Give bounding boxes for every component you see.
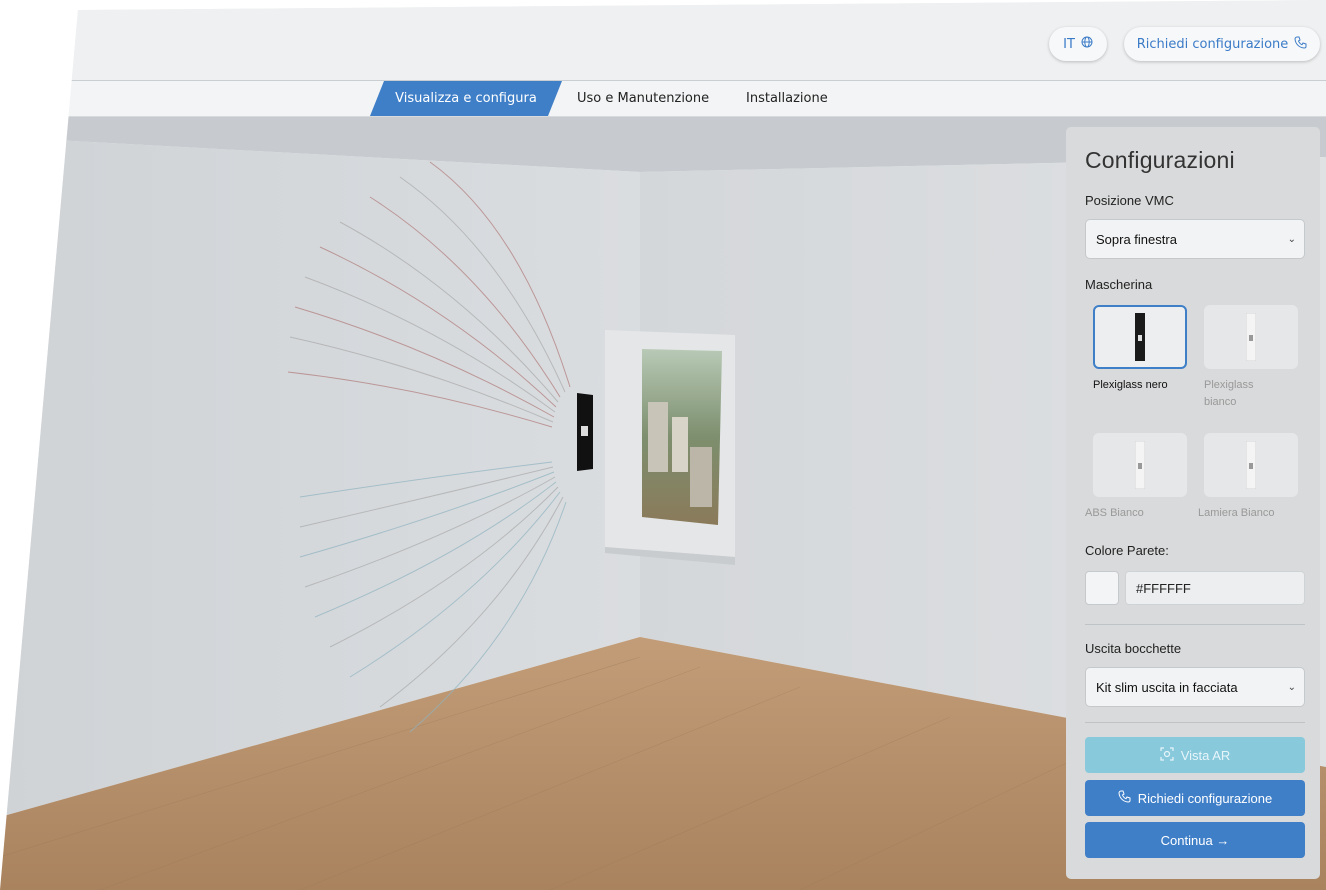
outlet-value: Kit slim uscita in facciata bbox=[1096, 679, 1238, 695]
continue-label: Continua → bbox=[1160, 832, 1230, 848]
outlet-select[interactable]: Kit slim uscita in facciata ⌄ bbox=[1085, 667, 1305, 707]
position-select[interactable]: Sopra finestra ⌄ bbox=[1085, 219, 1305, 259]
mask-thumbnail-icon bbox=[1246, 313, 1256, 361]
mask-option-label: Lamiera Bianco bbox=[1198, 507, 1275, 519]
divider bbox=[1085, 624, 1305, 625]
chevron-down-icon: ⌄ bbox=[1287, 233, 1296, 245]
mask-option-label: Plexiglass nero bbox=[1093, 379, 1168, 391]
config-panel: Configurazioni Posizione VMC Sopra fines… bbox=[1066, 127, 1320, 879]
tab-visualizza[interactable]: Visualizza e configura bbox=[370, 81, 562, 116]
header-request-label: Richiedi configurazione bbox=[1136, 36, 1289, 52]
mask-thumbnail-icon bbox=[1246, 441, 1256, 489]
ar-view-label: Vista AR bbox=[1180, 747, 1231, 763]
language-selector[interactable]: IT bbox=[1049, 27, 1107, 61]
app-page: IT Richiedi configurazione Visualizza e … bbox=[0, 0, 1326, 890]
header-request-button[interactable]: Richiedi configurazione bbox=[1124, 27, 1320, 61]
mask-option-lamiera-bianco[interactable] bbox=[1204, 433, 1298, 497]
tab-bar: Visualizza e configura Uso e Manutenzion… bbox=[0, 81, 1326, 117]
wall-color-label: Colore Parete: bbox=[1085, 543, 1169, 558]
mask-option-label: Plexiglass bianco bbox=[1204, 379, 1254, 408]
mask-option-abs-bianco[interactable] bbox=[1093, 433, 1187, 497]
tab-uso-manutenzione[interactable]: Uso e Manutenzione bbox=[577, 81, 709, 116]
request-config-button[interactable]: Richiedi configurazione bbox=[1085, 780, 1305, 816]
panel-title: Configurazioni bbox=[1085, 147, 1235, 173]
mask-option-plexiglass-nero[interactable] bbox=[1093, 305, 1187, 369]
ar-view-button[interactable]: Vista AR bbox=[1085, 737, 1305, 773]
wall-color-swatch[interactable] bbox=[1085, 571, 1119, 605]
request-config-label: Richiedi configurazione bbox=[1137, 790, 1273, 806]
continue-button[interactable]: Continua → bbox=[1085, 822, 1305, 858]
language-label: IT bbox=[1063, 36, 1075, 52]
mask-label: Mascherina bbox=[1085, 277, 1153, 292]
chevron-down-icon: ⌄ bbox=[1287, 681, 1296, 693]
window bbox=[605, 330, 735, 565]
tab-label: Visualizza e configura bbox=[395, 91, 537, 106]
ar-icon bbox=[1160, 746, 1174, 764]
divider bbox=[1085, 722, 1305, 723]
mask-option-label: ABS Bianco bbox=[1085, 507, 1144, 519]
mask-thumbnail-icon bbox=[1135, 441, 1145, 489]
phone-icon bbox=[1294, 36, 1307, 53]
position-value: Sopra finestra bbox=[1096, 231, 1177, 247]
wall-color-input[interactable]: #FFFFFF bbox=[1125, 571, 1305, 605]
vmc-unit[interactable] bbox=[577, 393, 593, 471]
phone-icon bbox=[1118, 790, 1131, 806]
globe-icon bbox=[1081, 36, 1093, 52]
position-label: Posizione VMC bbox=[1085, 193, 1174, 208]
tab-label: Installazione bbox=[746, 91, 828, 106]
mask-option-plexiglass-bianco[interactable] bbox=[1204, 305, 1298, 369]
outlet-label: Uscita bocchette bbox=[1085, 641, 1182, 656]
wall-color-value: #FFFFFF bbox=[1136, 580, 1191, 596]
tab-installazione[interactable]: Installazione bbox=[746, 81, 828, 116]
top-bar: IT Richiedi configurazione bbox=[0, 0, 1326, 81]
mask-thumbnail-icon bbox=[1135, 313, 1145, 361]
tab-label: Uso e Manutenzione bbox=[577, 91, 710, 106]
